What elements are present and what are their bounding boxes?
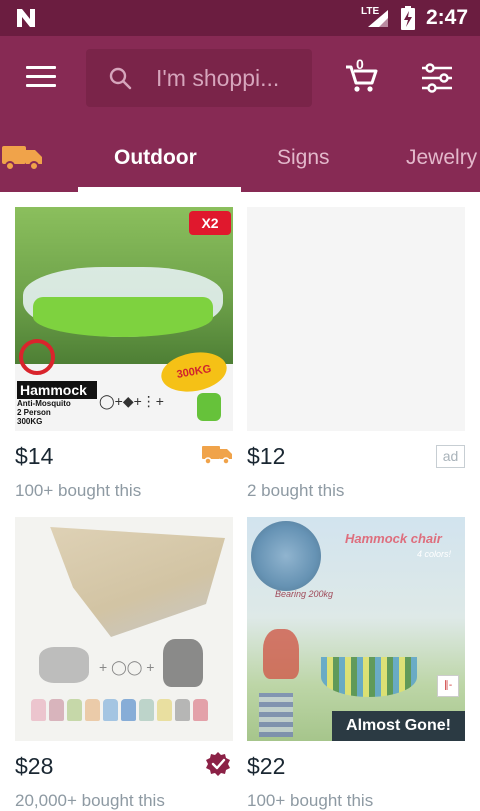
search-placeholder: I'm shoppi... <box>156 65 280 91</box>
brand-logo: ∥- <box>437 675 459 697</box>
search-icon <box>109 67 132 90</box>
product-image[interactable]: + ◯◯ + <box>15 517 233 741</box>
filter-icon[interactable] <box>420 62 454 94</box>
product-image[interactable] <box>247 207 465 431</box>
bought-count: 2 bought this <box>247 481 345 500</box>
battery-charging-icon <box>401 6 415 30</box>
image-subtitle: 4 colors! <box>417 549 452 559</box>
tab-signs[interactable]: Signs <box>277 146 330 170</box>
search-input[interactable]: I'm shoppi... <box>86 49 312 107</box>
product-price: $14 <box>15 443 54 469</box>
product-card[interactable]: + ◯◯ + $28 20,000+ bought this <box>15 517 233 810</box>
clock: 2:47 <box>425 6 468 29</box>
x2-badge: X2 <box>189 211 231 235</box>
bought-count: 100+ bought this <box>15 481 142 500</box>
truck-icon <box>2 146 42 171</box>
bag-icon <box>197 393 221 421</box>
tab-shipping[interactable] <box>0 138 44 174</box>
feature-list: Anti-Mosquito 2 Person 300KG <box>17 399 71 426</box>
product-image[interactable]: Hammock chair 4 colors! Bearing 200kg ∥-… <box>247 517 465 741</box>
app-bar: I'm shoppi... 0 Outdoor Signs Jewelry <box>0 36 480 192</box>
product-image[interactable]: X2 300KG Hammock Anti-Mosquito 2 Person … <box>15 207 233 431</box>
product-grid: X2 300KG Hammock Anti-Mosquito 2 Person … <box>0 192 480 810</box>
product-card[interactable]: $12 ad 2 bought this <box>247 207 465 500</box>
product-price: $22 <box>247 753 286 779</box>
n-logo-icon <box>17 9 35 27</box>
cart-button[interactable]: 0 <box>344 56 378 94</box>
accessory-icon: ◯+◆+⋮+ <box>99 393 164 409</box>
verified-icon <box>206 752 230 776</box>
category-tabs: Outdoor Signs Jewelry <box>0 120 480 192</box>
status-bar: LTE 2:47 <box>0 0 480 36</box>
menu-icon[interactable] <box>26 66 56 90</box>
truck-icon <box>202 446 232 465</box>
ad-badge: ad <box>436 445 465 468</box>
tab-outdoor[interactable]: Outdoor <box>114 146 197 170</box>
product-price: $12 <box>247 443 286 469</box>
tab-jewelry[interactable]: Jewelry <box>406 146 477 170</box>
product-card[interactable]: Hammock chair 4 colors! Bearing 200kg ∥-… <box>247 517 465 810</box>
image-caption: Bearing 200kg <box>275 589 334 599</box>
no-mosquito-icon <box>19 339 55 375</box>
inset-photo <box>251 521 321 591</box>
color-options <box>31 699 221 727</box>
signal-icon <box>368 10 388 27</box>
bought-count: 20,000+ bought this <box>15 791 165 810</box>
image-title: Hammock chair <box>345 531 442 546</box>
accessory-icon: + ◯◯ + <box>99 659 155 675</box>
bought-count: 100+ bought this <box>247 791 374 810</box>
almost-gone-badge: Almost Gone! <box>332 711 465 741</box>
product-price: $28 <box>15 753 54 779</box>
product-card[interactable]: X2 300KG Hammock Anti-Mosquito 2 Person … <box>15 207 233 500</box>
cart-count: 0 <box>356 56 364 72</box>
product-image-label: Hammock <box>17 381 97 399</box>
